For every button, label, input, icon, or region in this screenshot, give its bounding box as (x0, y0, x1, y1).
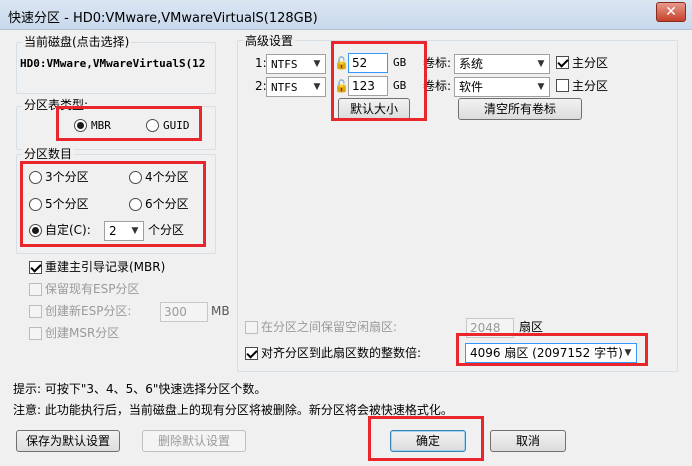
hint-text: 提示: 可按下"3、4、5、6"快速选择分区个数。 (13, 382, 267, 396)
chevron-down-icon: ▼ (313, 59, 321, 69)
partition-1-index: 1: (255, 56, 267, 70)
save-default-button[interactable]: 保存为默认设置 (16, 430, 120, 452)
current-disk-legend: 当前磁盘(点击选择) (22, 33, 132, 50)
partition-1-fs-select[interactable]: NTFS ▼ (266, 54, 326, 74)
highlight-box-align (456, 333, 648, 366)
chevron-down-icon: ▼ (313, 82, 321, 92)
partition-count-legend: 分区数目 (22, 145, 75, 162)
highlight-box-partition-count (20, 161, 206, 247)
rebuild-mbr-checkbox[interactable] (29, 261, 42, 274)
create-msr-label: 创建MSR分区 (45, 326, 120, 340)
highlight-box-ok (368, 416, 484, 461)
free-sector-checkbox[interactable] (245, 321, 258, 334)
delete-default-button[interactable]: 删除默认设置 (142, 430, 246, 452)
create-msr-checkbox[interactable] (29, 327, 42, 340)
align-label: 对齐分区到此扇区数的整数倍: (261, 346, 422, 360)
create-esp-label: 创建新ESP分区: (45, 304, 132, 318)
partition-2-volume-value: 软件 (459, 80, 484, 94)
partition-2-primary-label: 主分区 (572, 79, 609, 93)
rebuild-mbr-label: 重建主引导记录(MBR) (45, 260, 166, 274)
create-esp-checkbox[interactable] (29, 305, 42, 318)
partition-2-fs-value: NTFS (271, 81, 298, 94)
title-bar: 快速分区 - HD0:VMware,VMwareVirtualS(128GB) … (0, 0, 692, 30)
keep-esp-checkbox[interactable] (29, 283, 42, 296)
partition-1-primary-checkbox[interactable] (556, 56, 569, 69)
window-title: 快速分区 - HD0:VMware,VMwareVirtualS(128GB) (8, 11, 318, 26)
partition-1-volume-select[interactable]: 系统 ▼ (454, 54, 550, 74)
cancel-button[interactable]: 取消 (490, 430, 566, 452)
align-checkbox[interactable] (245, 347, 258, 360)
partition-1-volume-caption: 卷标: (423, 56, 452, 70)
highlight-box-size (331, 41, 427, 121)
clear-labels-button[interactable]: 清空所有卷标 (458, 98, 582, 120)
dialog-client: 当前磁盘(点击选择) HD0:VMware,VMwareVirtualS(12 … (8, 30, 684, 461)
partition-1-volume-value: 系统 (459, 57, 484, 71)
partition-2-index: 2: (255, 79, 267, 93)
esp-size-input[interactable]: 300 (160, 302, 208, 322)
partition-2-fs-select[interactable]: NTFS ▼ (266, 77, 326, 97)
chevron-down-icon: ▼ (537, 82, 545, 92)
partition-2-primary-checkbox[interactable] (556, 79, 569, 92)
partition-1-primary-label: 主分区 (572, 56, 609, 70)
current-disk-selector[interactable]: HD0:VMware,VMwareVirtualS(12 (20, 54, 212, 74)
partition-2-volume-select[interactable]: 软件 ▼ (454, 77, 550, 97)
esp-size-unit: MB (211, 304, 230, 318)
chevron-down-icon: ▼ (537, 59, 545, 69)
keep-esp-label: 保留现有ESP分区 (45, 282, 140, 296)
free-sector-label: 在分区之间保留空闲扇区: (261, 320, 398, 334)
partition-2-volume-caption: 卷标: (423, 79, 452, 93)
highlight-box-partition-type (56, 106, 202, 141)
partition-1-fs-value: NTFS (271, 58, 298, 71)
close-button[interactable]: ✕ (656, 2, 686, 22)
advanced-legend: 高级设置 (243, 32, 296, 49)
